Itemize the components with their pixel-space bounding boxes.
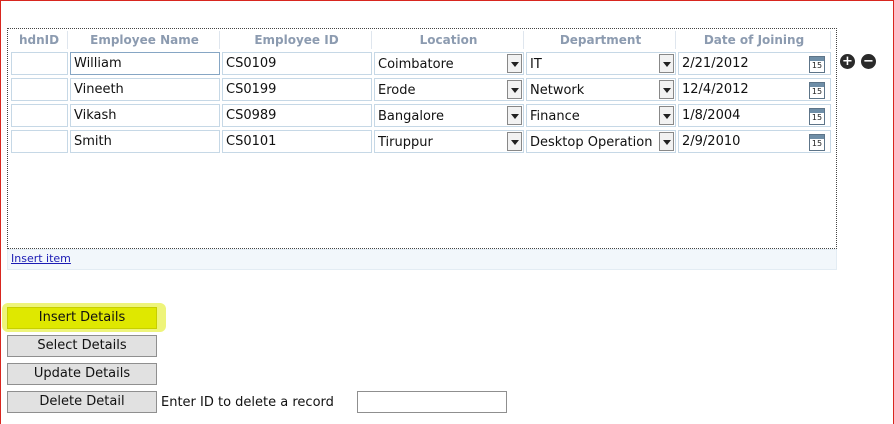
date-value: 1/8/2004: [682, 107, 741, 123]
calendar-icon[interactable]: 15: [809, 133, 825, 151]
grid-footer: Insert item: [7, 249, 837, 270]
date-value: 2/21/2012: [682, 55, 749, 71]
delete-prompt-label: Enter ID to delete a record: [161, 395, 334, 410]
dropdown-arrow-icon[interactable]: [659, 131, 674, 151]
calendar-icon[interactable]: 15: [809, 55, 825, 73]
location-select[interactable]: Erode: [374, 77, 524, 101]
dropdown-arrow-icon[interactable]: [659, 53, 674, 73]
table-row: Vikash CS0989 Bangalore Finance 1/8/2004…: [11, 103, 831, 127]
location-value: Erode: [378, 82, 416, 98]
department-value: Desktop Operation: [530, 134, 653, 150]
employee-id-field[interactable]: CS0101: [222, 129, 372, 153]
location-select[interactable]: Bangalore: [374, 103, 524, 127]
department-select[interactable]: IT: [526, 51, 676, 75]
insert-details-button[interactable]: Insert Details: [7, 307, 157, 329]
date-value: 12/4/2012: [682, 81, 749, 97]
hdnid-field[interactable]: [11, 129, 68, 153]
dropdown-arrow-icon[interactable]: [659, 105, 674, 125]
column-header-employee-name: Employee Name: [70, 31, 220, 49]
column-header-department: Department: [526, 31, 676, 49]
department-select[interactable]: Desktop Operation: [526, 129, 676, 153]
insert-item-link[interactable]: Insert item: [11, 252, 71, 265]
table-header-row: hdnID Employee Name Employee ID Location…: [11, 31, 831, 49]
date-value: 2/9/2010: [682, 133, 741, 149]
employee-name-field[interactable]: Smith: [70, 129, 220, 153]
column-header-location: Location: [374, 31, 524, 49]
department-value: IT: [530, 56, 542, 72]
department-value: Finance: [530, 108, 580, 124]
calendar-icon[interactable]: 15: [809, 81, 825, 99]
column-header-date-of-joining: Date of Joining: [678, 31, 831, 49]
date-of-joining-field[interactable]: 2/21/2012 15: [678, 51, 831, 75]
dropdown-arrow-icon[interactable]: [507, 105, 522, 125]
location-value: Coimbatore: [378, 56, 454, 72]
remove-row-icon[interactable]: −: [861, 54, 876, 69]
date-of-joining-field[interactable]: 2/9/2010 15: [678, 129, 831, 153]
location-value: Bangalore: [378, 108, 444, 124]
hdnid-field[interactable]: [11, 103, 68, 127]
department-select[interactable]: Finance: [526, 103, 676, 127]
department-value: Network: [530, 82, 585, 98]
employee-id-field[interactable]: CS0109: [222, 51, 372, 75]
dropdown-arrow-icon[interactable]: [507, 53, 522, 73]
dropdown-arrow-icon[interactable]: [659, 79, 674, 99]
delete-detail-button[interactable]: Delete Detail: [7, 391, 157, 413]
hdnid-field[interactable]: [11, 77, 68, 101]
dropdown-arrow-icon[interactable]: [507, 131, 522, 151]
dropdown-arrow-icon[interactable]: [507, 79, 522, 99]
location-value: Tiruppur: [378, 134, 433, 150]
employee-grid: hdnID Employee Name Employee ID Location…: [7, 28, 837, 249]
employee-id-field[interactable]: CS0199: [222, 77, 372, 101]
employee-id-field[interactable]: CS0989: [222, 103, 372, 127]
employee-name-field[interactable]: William: [70, 51, 220, 75]
date-of-joining-field[interactable]: 1/8/2004 15: [678, 103, 831, 127]
department-select[interactable]: Network: [526, 77, 676, 101]
employee-table: hdnID Employee Name Employee ID Location…: [9, 29, 833, 155]
select-details-button[interactable]: Select Details: [7, 335, 157, 357]
calendar-icon[interactable]: 15: [809, 107, 825, 125]
employee-name-field[interactable]: Vikash: [70, 103, 220, 127]
delete-id-input[interactable]: [357, 391, 507, 413]
hdnid-field[interactable]: [11, 51, 68, 75]
location-select[interactable]: Tiruppur: [374, 129, 524, 153]
add-row-icon[interactable]: +: [840, 54, 855, 69]
column-header-hdnid: hdnID: [11, 31, 68, 49]
table-row: William CS0109 Coimbatore IT 2/21/2012 15: [11, 51, 831, 75]
table-row: Vineeth CS0199 Erode Network 12/4/2012 15: [11, 77, 831, 101]
employee-name-field[interactable]: Vineeth: [70, 77, 220, 101]
location-select[interactable]: Coimbatore: [374, 51, 524, 75]
table-row: Smith CS0101 Tiruppur Desktop Operation …: [11, 129, 831, 153]
date-of-joining-field[interactable]: 12/4/2012 15: [678, 77, 831, 101]
update-details-button[interactable]: Update Details: [7, 363, 157, 385]
column-header-employee-id: Employee ID: [222, 31, 372, 49]
